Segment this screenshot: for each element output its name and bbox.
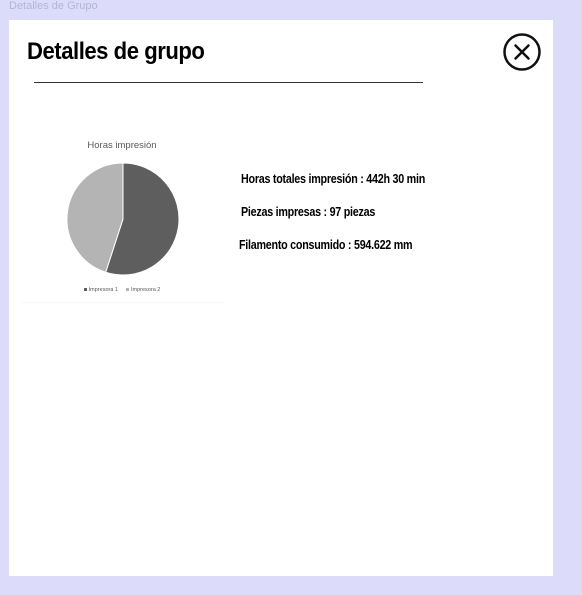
stat-filament-consumed: Filamento consumido : 594.622 mm (239, 238, 413, 252)
stat-total-hours: Horas totales impresión : 442h 30 min (241, 172, 426, 186)
close-button[interactable] (502, 32, 542, 72)
legend-label: Impresora 2 (131, 287, 161, 293)
legend-item: Impresora 1 (83, 287, 118, 293)
legend-swatch (83, 288, 87, 292)
group-details-dialog: Detalles de grupo Horas impresión Impres… (9, 20, 553, 576)
close-circle-icon (503, 33, 541, 71)
title-divider (34, 82, 423, 83)
legend-label: Impresora 1 (88, 287, 118, 293)
legend-swatch (126, 288, 129, 292)
frame-label: Detalles de Grupo (9, 0, 98, 12)
print-hours-chart: Horas impresión Impresora 1 Impresora 2 (21, 130, 223, 302)
legend-item: Impresora 2 (126, 287, 160, 293)
stat-pieces-printed: Piezas impresas : 97 piezas (241, 205, 376, 219)
dialog-title: Detalles de grupo (27, 38, 205, 65)
pie-chart (66, 162, 180, 276)
chart-legend: Impresora 1 Impresora 2 (21, 287, 223, 293)
